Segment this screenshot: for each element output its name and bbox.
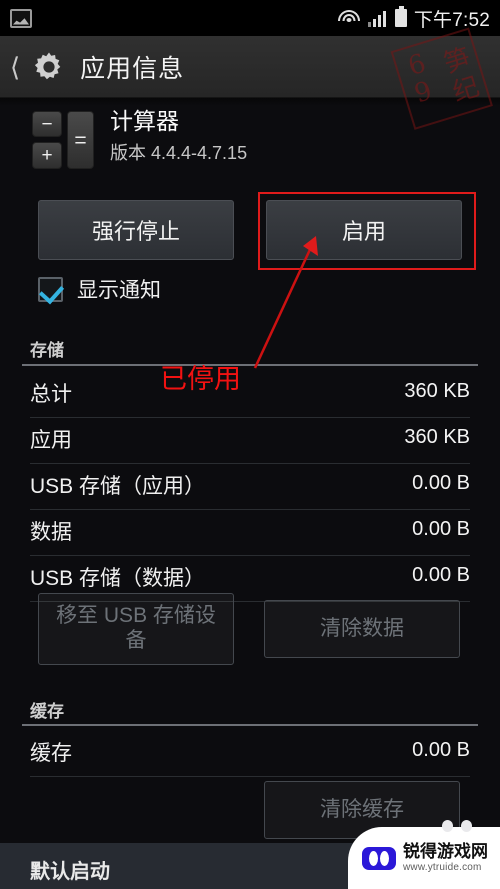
row-divider — [30, 555, 470, 556]
force-stop-button[interactable]: 强行停止 — [38, 200, 234, 260]
row-value: 0.00 B — [412, 564, 470, 586]
disabled-annotation-text: 已停用 — [160, 364, 241, 395]
calculator-icon: − + = — [32, 111, 94, 169]
cache-section-divider — [22, 724, 478, 726]
watermark-site-url: www.ytruide.com — [403, 861, 482, 873]
gamepad-icon — [362, 846, 396, 870]
row-label: 缓存 — [30, 742, 72, 765]
status-bar: 下午7:52 — [0, 0, 500, 36]
stamp-char-2: 9 — [411, 75, 436, 110]
row-value: 0.00 B — [412, 472, 470, 494]
watermark-site-name: 锐得游戏网 — [403, 842, 488, 862]
row-value: 360 KB — [404, 380, 470, 402]
page-title: 应用信息 — [80, 54, 185, 83]
app-info-screen: 下午7:52 ⟨ 应用信息 − + = 计算器 版本 4.4.4-4.7.15 — [0, 0, 500, 889]
back-chevron-icon[interactable]: ⟨ — [10, 54, 20, 80]
show-notifications-label: 显示通知 — [77, 279, 161, 302]
storage-row-data: 数据 0.00 B — [30, 516, 470, 558]
stamp-char-4: 纪 — [449, 71, 483, 109]
calc-plus-key: + — [32, 142, 62, 169]
wifi-icon — [338, 9, 361, 27]
cache-section-title: 缓存 — [30, 702, 64, 721]
row-value: 0.00 B — [412, 518, 470, 540]
row-value: 360 KB — [404, 426, 470, 448]
site-watermark: 锐得游戏网 www.ytruide.com — [348, 820, 500, 889]
row-label: 数据 — [30, 521, 72, 544]
storage-row-usb-app: USB 存储（应用） 0.00 B — [30, 470, 470, 512]
row-label: 应用 — [30, 429, 72, 452]
storage-row-app: 应用 360 KB — [30, 424, 470, 466]
show-notifications-row[interactable]: 显示通知 — [38, 274, 161, 304]
app-action-buttons: 强行停止 启用 — [0, 200, 500, 262]
calc-equals-key: = — [67, 111, 94, 169]
watermark-ears-decoration — [442, 820, 472, 832]
storage-row-total: 总计 360 KB — [30, 378, 470, 420]
app-version: 版本 4.4.4-4.7.15 — [110, 143, 248, 164]
move-to-usb-storage-button[interactable]: 移至 USB 存储设备 — [38, 593, 234, 665]
signal-bars-icon — [367, 10, 388, 27]
row-label: 总计 — [30, 383, 72, 406]
launch-by-default-title: 默认启动 — [30, 861, 110, 883]
row-divider — [30, 463, 470, 464]
storage-section-title: 存储 — [30, 341, 64, 360]
row-label: USB 存储（数据） — [30, 567, 206, 590]
status-bar-notifications — [10, 8, 338, 28]
settings-gear-icon[interactable] — [30, 48, 68, 86]
enable-button[interactable]: 启用 — [266, 200, 462, 260]
storage-section-divider — [22, 364, 478, 366]
cache-row: 缓存 0.00 B — [30, 737, 470, 779]
row-divider — [30, 417, 470, 418]
app-name: 计算器 — [110, 108, 179, 134]
screenshot-icon — [10, 8, 32, 28]
row-label: USB 存储（应用） — [30, 475, 206, 498]
clear-data-button[interactable]: 清除数据 — [264, 600, 460, 658]
show-notifications-checkbox[interactable] — [38, 276, 63, 302]
calc-minus-key: − — [32, 111, 62, 137]
row-divider — [30, 776, 470, 777]
row-divider — [30, 509, 470, 510]
row-value: 0.00 B — [412, 739, 470, 761]
battery-full-icon — [394, 6, 407, 27]
